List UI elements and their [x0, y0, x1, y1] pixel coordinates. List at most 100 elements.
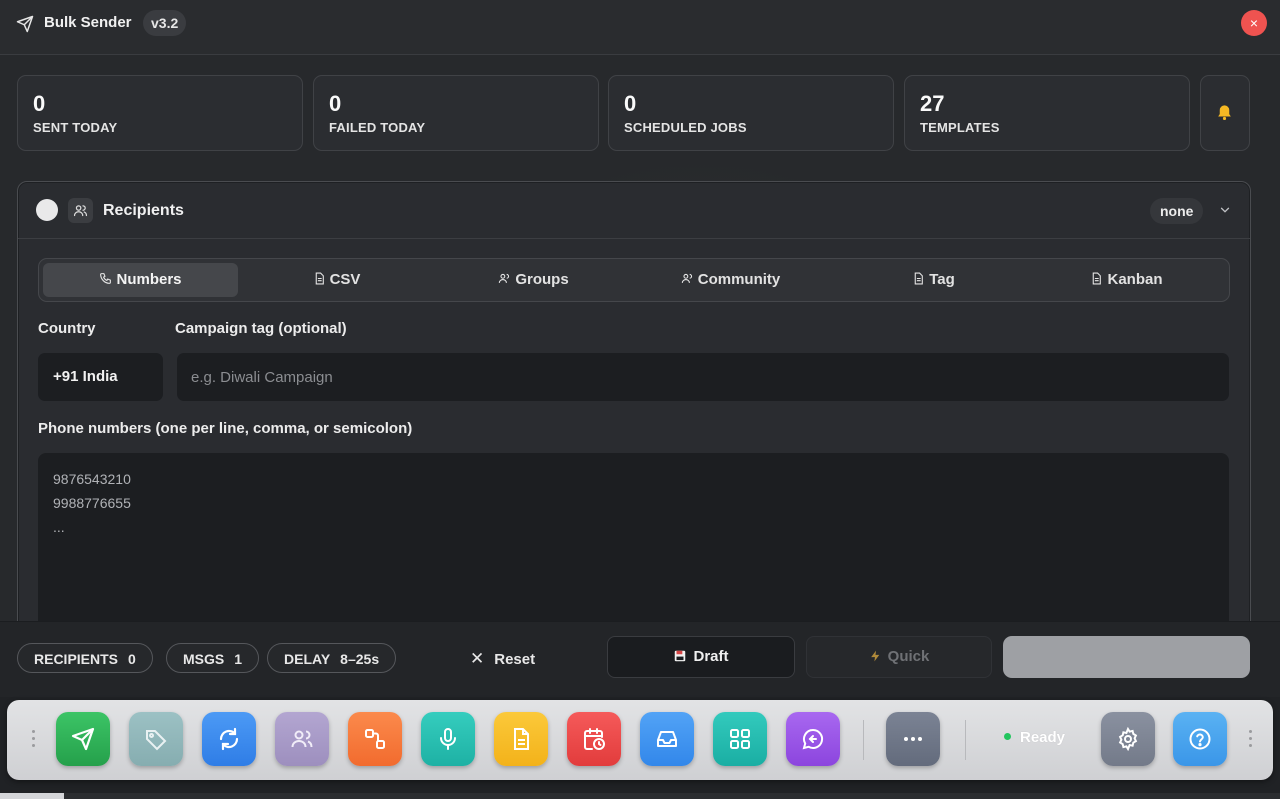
- dock-contacts[interactable]: [275, 712, 329, 766]
- stat-card-sent-today: 0 SENT TODAY: [17, 75, 303, 151]
- dock-tags[interactable]: [129, 712, 183, 766]
- document-icon: [514, 728, 529, 750]
- stat-card-scheduled-jobs: 0 SCHEDULED JOBS: [608, 75, 894, 151]
- help-icon: [1189, 728, 1211, 750]
- app-dock: Ready: [7, 700, 1273, 780]
- drag-handle-left[interactable]: [32, 730, 36, 750]
- quick-send-button[interactable]: Quick: [806, 636, 992, 678]
- chip-label: DELAY: [284, 651, 331, 667]
- phone-numbers-label: Phone numbers (one per line, comma, or s…: [38, 420, 413, 437]
- bottom-strip: [0, 793, 1280, 799]
- dock-voice[interactable]: [421, 712, 475, 766]
- file-icon: [914, 272, 924, 285]
- close-icon: ✕: [470, 649, 485, 668]
- tab-label: Kanban: [1107, 271, 1163, 288]
- panel-title: Recipients: [103, 202, 184, 219]
- dock-auto-reply[interactable]: [786, 712, 840, 766]
- stat-card-templates: 27 TEMPLATES: [904, 75, 1190, 151]
- bottom-highlight: [0, 793, 64, 799]
- dock-help[interactable]: [1173, 712, 1227, 766]
- inbox-icon: [657, 731, 677, 747]
- save-icon: [675, 650, 686, 662]
- dock-separator: [863, 720, 864, 760]
- users-badge: [68, 198, 93, 223]
- users-icon: [499, 273, 510, 283]
- bulk-sender-window: Bulk Sender v3.2 × 0 SENT TODAY 0 FAILED…: [0, 0, 1280, 697]
- stat-label: TEMPLATES: [920, 120, 1000, 135]
- status-indicator: Ready: [1004, 729, 1065, 746]
- reset-button[interactable]: ✕ Reset: [470, 646, 535, 672]
- lightning-icon: [870, 650, 879, 662]
- recipient-source-tabs: Numbers CSV Groups Community Tag Kanban: [38, 258, 1230, 302]
- recipients-panel: Recipients none Numbers CSV Groups Commu…: [17, 181, 1251, 697]
- recipients-count-chip: RECIPIENTS 0: [17, 643, 153, 673]
- draft-label: Draft: [693, 648, 729, 665]
- stat-value: 0: [329, 91, 342, 116]
- filter-pill[interactable]: none: [1150, 198, 1204, 224]
- send-button[interactable]: [1003, 636, 1250, 678]
- send-icon: [71, 727, 95, 751]
- tag-icon: [146, 730, 167, 751]
- tab-groups[interactable]: Groups: [436, 263, 631, 297]
- dock-workflow[interactable]: [348, 712, 402, 766]
- phone-icon: [100, 273, 112, 284]
- dock-inbox[interactable]: [640, 712, 694, 766]
- workflow-icon: [365, 729, 385, 749]
- dock-send[interactable]: [56, 712, 110, 766]
- draft-button[interactable]: Draft: [607, 636, 795, 678]
- section-toggle[interactable]: [36, 199, 58, 221]
- bell-icon: [1218, 105, 1231, 121]
- stat-label: SCHEDULED JOBS: [624, 120, 747, 135]
- tab-kanban[interactable]: Kanban: [1029, 263, 1224, 297]
- version-badge: v3.2: [143, 10, 187, 36]
- notifications-button[interactable]: [1200, 75, 1250, 151]
- campaign-tag-label: Campaign tag (optional): [175, 320, 347, 337]
- country-label: Country: [38, 320, 96, 337]
- chip-label: RECIPIENTS: [34, 651, 119, 667]
- chip-value: 1: [234, 651, 243, 667]
- stat-value: 0: [33, 91, 46, 116]
- chevron-down-icon[interactable]: [1218, 203, 1232, 217]
- status-dot: [1004, 733, 1011, 740]
- tab-csv[interactable]: CSV: [239, 263, 434, 297]
- chip-value: 0: [128, 651, 136, 667]
- dock-separator: [965, 720, 966, 760]
- dock-scheduler[interactable]: [567, 712, 621, 766]
- stat-value: 0: [624, 91, 637, 116]
- file-icon: [315, 272, 324, 285]
- country-select[interactable]: +91 India: [38, 353, 163, 401]
- dock-templates[interactable]: [494, 712, 548, 766]
- tab-label: Numbers: [116, 271, 182, 288]
- microphone-icon: [440, 728, 456, 750]
- users-icon: [73, 205, 88, 217]
- settings-icon: [1118, 727, 1138, 751]
- tab-tag[interactable]: Tag: [836, 263, 1031, 297]
- tab-numbers[interactable]: Numbers: [43, 263, 238, 297]
- dock-sync[interactable]: [202, 712, 256, 766]
- file-icon: [1093, 272, 1102, 285]
- status-text: Ready: [1020, 729, 1066, 746]
- stat-label: FAILED TODAY: [329, 120, 426, 135]
- msgs-count-chip: MSGS 1: [166, 643, 260, 673]
- tab-label: CSV: [329, 271, 361, 288]
- tab-community[interactable]: Community: [633, 263, 828, 297]
- phone-numbers-textarea[interactable]: [38, 453, 1229, 633]
- reset-label: Reset: [494, 651, 536, 668]
- tab-label: Community: [697, 271, 781, 288]
- quick-label: Quick: [887, 648, 930, 665]
- dock-settings[interactable]: [1101, 712, 1155, 766]
- close-button[interactable]: ×: [1241, 10, 1267, 36]
- campaign-tag-input[interactable]: [177, 353, 1229, 401]
- dock-apps[interactable]: [713, 712, 767, 766]
- tab-label: Tag: [929, 271, 955, 288]
- dock-more[interactable]: [886, 712, 940, 766]
- chat-reply-icon: [802, 728, 824, 750]
- chip-value: 8–25s: [340, 651, 380, 667]
- tab-label: Groups: [515, 271, 569, 288]
- chip-label: MSGS: [183, 651, 225, 667]
- recipients-panel-header[interactable]: Recipients none: [18, 182, 1250, 239]
- delay-chip: DELAY 8–25s: [267, 643, 397, 673]
- more-icon: [904, 737, 922, 741]
- drag-handle-right[interactable]: [1249, 730, 1253, 750]
- users-icon: [681, 273, 692, 283]
